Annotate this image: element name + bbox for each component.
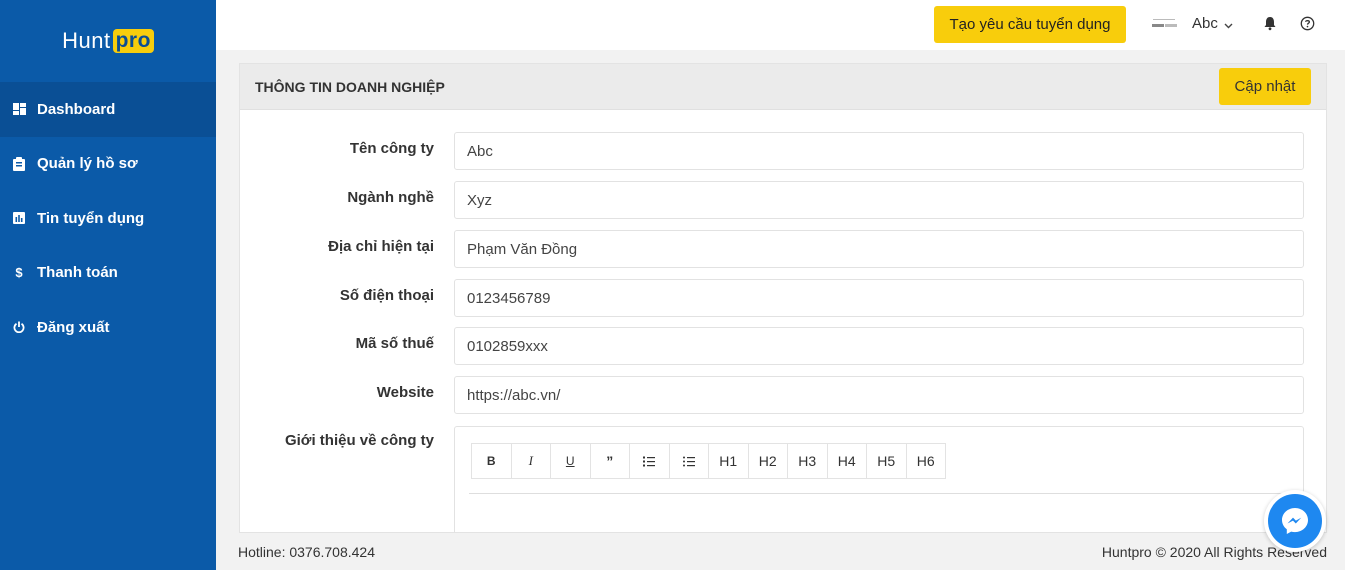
sidebar-item-label: Quản lý hồ sơ: [37, 155, 138, 173]
sidebar-item-payment[interactable]: $ Thanh toán: [0, 246, 216, 301]
company-name-input[interactable]: [454, 132, 1304, 170]
logo-badge: pro: [112, 29, 154, 53]
field-label: Tên công ty: [349, 140, 434, 157]
sidebar-item-jobs[interactable]: Tin tuyển dụng: [0, 191, 216, 246]
field-address: Địa chỉ hiện tại: [240, 230, 1328, 268]
bullet-list-button[interactable]: [668, 443, 709, 479]
field-company-name: Tên công ty: [240, 132, 1328, 170]
field-website: Website: [240, 376, 1328, 414]
editor-toolbar: B I U ” H1 H2 H3 H4 H5 H6: [471, 443, 946, 479]
bold-button[interactable]: B: [471, 443, 512, 479]
dashboard-icon: [12, 102, 26, 116]
field-industry: Ngành nghề: [240, 181, 1328, 219]
underline-button[interactable]: U: [550, 443, 591, 479]
field-phone: Số điện thoại: [240, 279, 1328, 317]
italic-button[interactable]: I: [510, 443, 551, 479]
sidebar-item-logout[interactable]: Đăng xuất: [0, 300, 216, 355]
h3-button[interactable]: H3: [787, 443, 828, 479]
tax-code-input[interactable]: [454, 327, 1304, 365]
clipboard-icon: [12, 156, 26, 171]
dollar-icon: $: [15, 265, 23, 281]
user-name[interactable]: Abc: [1192, 15, 1218, 32]
messenger-icon: [1268, 494, 1322, 548]
sidebar-item-profiles[interactable]: Quản lý hồ sơ: [0, 137, 216, 192]
field-label: Số điện thoại: [339, 287, 434, 304]
editor-divider: [469, 493, 1289, 494]
hotline-text: Hotline: 0376.708.424: [238, 544, 375, 560]
intro-editor[interactable]: B I U ” H1 H2 H3 H4 H5 H6: [454, 426, 1304, 534]
bullet-list-icon: [682, 456, 695, 466]
company-logo[interactable]: [1151, 16, 1179, 32]
industry-input[interactable]: [454, 181, 1304, 219]
bell-icon[interactable]: [1263, 16, 1277, 36]
chevron-down-icon[interactable]: [1224, 17, 1233, 35]
ordered-list-button[interactable]: [629, 443, 670, 479]
sidebar-item-dashboard[interactable]: Dashboard: [0, 82, 216, 137]
chart-icon: [12, 211, 26, 225]
quote-button[interactable]: ”: [589, 443, 630, 479]
ordered-list-icon: [643, 456, 656, 466]
sidebar-item-label: Dashboard: [37, 100, 116, 118]
company-info-panel: THÔNG TIN DOANH NGHIỆP Cập nhật Tên công…: [239, 63, 1328, 534]
update-button[interactable]: Cập nhật: [1219, 68, 1311, 105]
logo[interactable]: Hunt pro: [0, 0, 216, 82]
messenger-chat-button[interactable]: [1264, 490, 1326, 552]
power-icon: [12, 320, 26, 334]
sidebar-item-label: Đăng xuất: [37, 318, 110, 336]
create-request-button[interactable]: Tạo yêu cầu tuyển dụng: [934, 6, 1126, 43]
field-label: Giới thiệu về công ty: [284, 432, 434, 449]
field-tax-code: Mã số thuế: [240, 327, 1328, 365]
field-label: Mã số thuế: [355, 335, 434, 352]
help-icon[interactable]: [1300, 16, 1315, 36]
h5-button[interactable]: H5: [866, 443, 907, 479]
panel-title: THÔNG TIN DOANH NGHIỆP: [255, 78, 445, 95]
h1-button[interactable]: H1: [708, 443, 749, 479]
h4-button[interactable]: H4: [826, 443, 867, 479]
phone-input[interactable]: [454, 279, 1304, 317]
field-label: Website: [376, 384, 434, 401]
sidebar-item-label: Thanh toán: [37, 264, 118, 282]
field-label: Địa chỉ hiện tại: [328, 238, 434, 255]
h2-button[interactable]: H2: [747, 443, 788, 479]
panel-header: THÔNG TIN DOANH NGHIỆP Cập nhật: [240, 64, 1326, 110]
field-label: Ngành nghề: [347, 189, 434, 206]
website-input[interactable]: [454, 376, 1304, 414]
logo-text: Hunt: [62, 28, 111, 53]
sidebar-item-label: Tin tuyển dụng: [37, 209, 145, 227]
h6-button[interactable]: H6: [905, 443, 946, 479]
footer: Hotline: 0376.708.424 Huntpro © 2020 All…: [216, 533, 1345, 570]
topbar: Tạo yêu cầu tuyển dụng Abc: [216, 0, 1345, 50]
sidebar: Hunt pro Dashboard Quản lý hồ sơ Tin tuy…: [0, 0, 216, 570]
address-input[interactable]: [454, 230, 1304, 268]
